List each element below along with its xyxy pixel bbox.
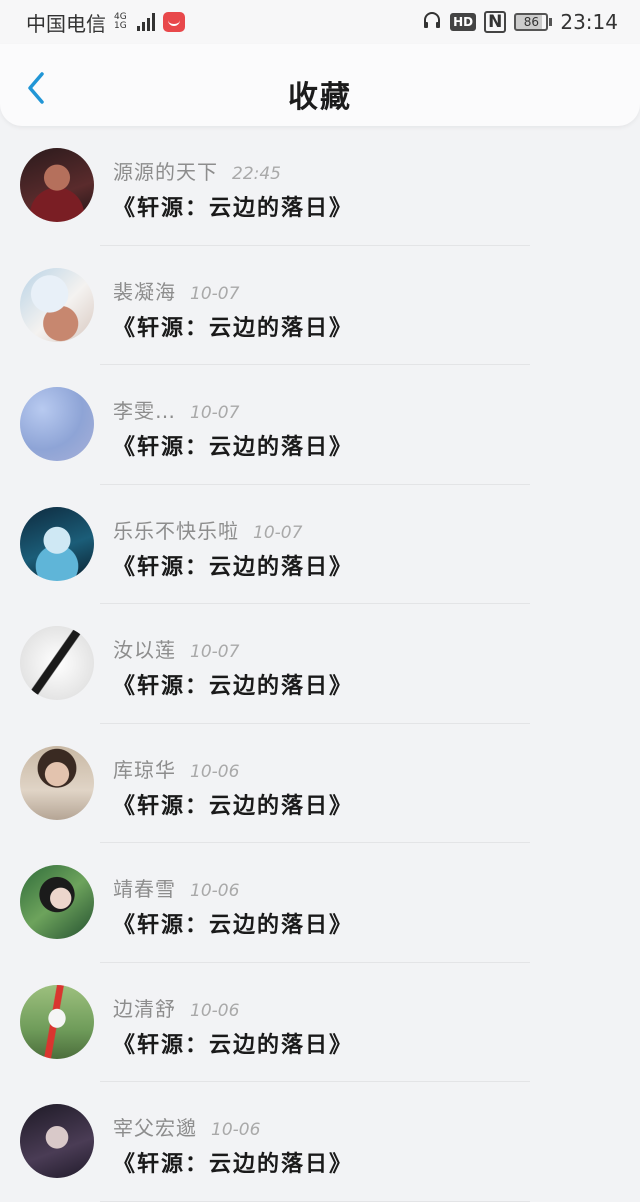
avatar[interactable] <box>20 745 94 820</box>
hd-icon: HD <box>450 13 477 31</box>
status-bar: 中国电信 4G 1G HD N 86 23:14 <box>0 0 640 44</box>
timestamp: 10-06 <box>211 1120 261 1140</box>
headphones-icon <box>422 10 442 35</box>
network-type: 4G 1G <box>114 12 127 31</box>
avatar[interactable] <box>20 267 94 342</box>
avatar[interactable] <box>20 148 94 222</box>
item-meta: 乐乐不快乐啦 10-07 <box>113 515 302 544</box>
user-name[interactable]: 乐乐不快乐啦 <box>113 515 239 544</box>
item-meta: 边清舒 10-06 <box>113 993 239 1022</box>
item-meta: 李雯… 10-07 <box>113 395 239 424</box>
clock: 23:14 <box>560 10 618 34</box>
work-title[interactable]: 《轩源：云边的落日》 <box>113 668 353 700</box>
list-item[interactable]: 李雯… 10-07 《轩源：云边的落日》 <box>0 365 640 485</box>
item-meta: 裴凝海 10-07 <box>113 276 239 305</box>
list-item[interactable]: 裴凝海 10-07 《轩源：云边的落日》 <box>0 246 640 365</box>
user-name[interactable]: 靖春雪 <box>113 873 176 902</box>
user-name[interactable]: 源源的天下 <box>113 156 218 185</box>
avatar[interactable] <box>20 865 94 939</box>
list-item[interactable]: 宰父宏邈 10-06 《轩源：云边的落日》 <box>0 1082 640 1202</box>
user-name[interactable]: 边清舒 <box>113 993 176 1022</box>
user-name[interactable]: 汝以莲 <box>113 634 176 663</box>
timestamp: 10-07 <box>190 283 240 304</box>
avatar[interactable] <box>20 1104 94 1178</box>
timestamp: 10-07 <box>190 642 240 662</box>
signal-icon <box>136 13 155 31</box>
list-item[interactable]: 库琼华 10-06 《轩源：云边的落日》 <box>0 724 640 843</box>
nfc-icon: N <box>484 11 507 33</box>
list-item[interactable]: 边清舒 10-06 《轩源：云边的落日》 <box>0 963 640 1082</box>
list-item[interactable]: 靖春雪 10-06 《轩源：云边的落日》 <box>0 843 640 963</box>
nav-header: 收藏 <box>0 44 640 126</box>
user-name[interactable]: 宰父宏邈 <box>113 1112 197 1141</box>
item-meta: 汝以莲 10-07 <box>113 634 239 663</box>
timestamp: 22:45 <box>232 164 281 184</box>
battery-level: 86 <box>514 13 549 31</box>
list-item[interactable]: 乐乐不快乐啦 10-07 《轩源：云边的落日》 <box>0 485 640 604</box>
work-title[interactable]: 《轩源：云边的落日》 <box>113 1027 353 1059</box>
list-item[interactable]: 源源的天下 22:45 《轩源：云边的落日》 <box>0 126 640 246</box>
timestamp: 10-07 <box>253 522 303 543</box>
timestamp: 10-06 <box>190 761 240 782</box>
item-meta: 宰父宏邈 10-06 <box>113 1112 260 1141</box>
avatar[interactable] <box>20 506 94 581</box>
work-title[interactable]: 《轩源：云边的落日》 <box>113 429 353 461</box>
avatar[interactable] <box>20 387 94 461</box>
work-title[interactable]: 《轩源：云边的落日》 <box>113 1146 353 1178</box>
work-title[interactable]: 《轩源：云边的落日》 <box>113 190 353 222</box>
divider <box>100 1200 530 1202</box>
timestamp: 10-06 <box>190 1000 240 1021</box>
work-title[interactable]: 《轩源：云边的落日》 <box>113 907 353 939</box>
list-item[interactable]: 汝以莲 10-07 《轩源：云边的落日》 <box>0 604 640 724</box>
avatar[interactable] <box>20 984 94 1059</box>
page-title: 收藏 <box>288 80 352 115</box>
avatar[interactable] <box>20 626 94 700</box>
work-title[interactable]: 《轩源：云边的落日》 <box>113 788 353 820</box>
item-meta: 靖春雪 10-06 <box>113 873 239 902</box>
user-name[interactable]: 库琼华 <box>113 754 176 783</box>
work-title[interactable]: 《轩源：云边的落日》 <box>113 549 353 581</box>
shopping-app-icon <box>162 12 185 32</box>
carrier-name: 中国电信 <box>26 11 106 36</box>
work-title[interactable]: 《轩源：云边的落日》 <box>113 310 353 342</box>
item-meta: 源源的天下 22:45 <box>113 156 281 185</box>
favorites-list: 源源的天下 22:45 《轩源：云边的落日》 裴凝海 10-07 《轩源：云边的… <box>0 126 640 1202</box>
user-name[interactable]: 李雯… <box>113 395 176 424</box>
timestamp: 10-06 <box>190 881 240 901</box>
item-meta: 库琼华 10-06 <box>113 754 239 783</box>
user-name[interactable]: 裴凝海 <box>113 276 176 305</box>
timestamp: 10-07 <box>190 403 240 423</box>
battery-icon: 86 <box>514 13 553 31</box>
